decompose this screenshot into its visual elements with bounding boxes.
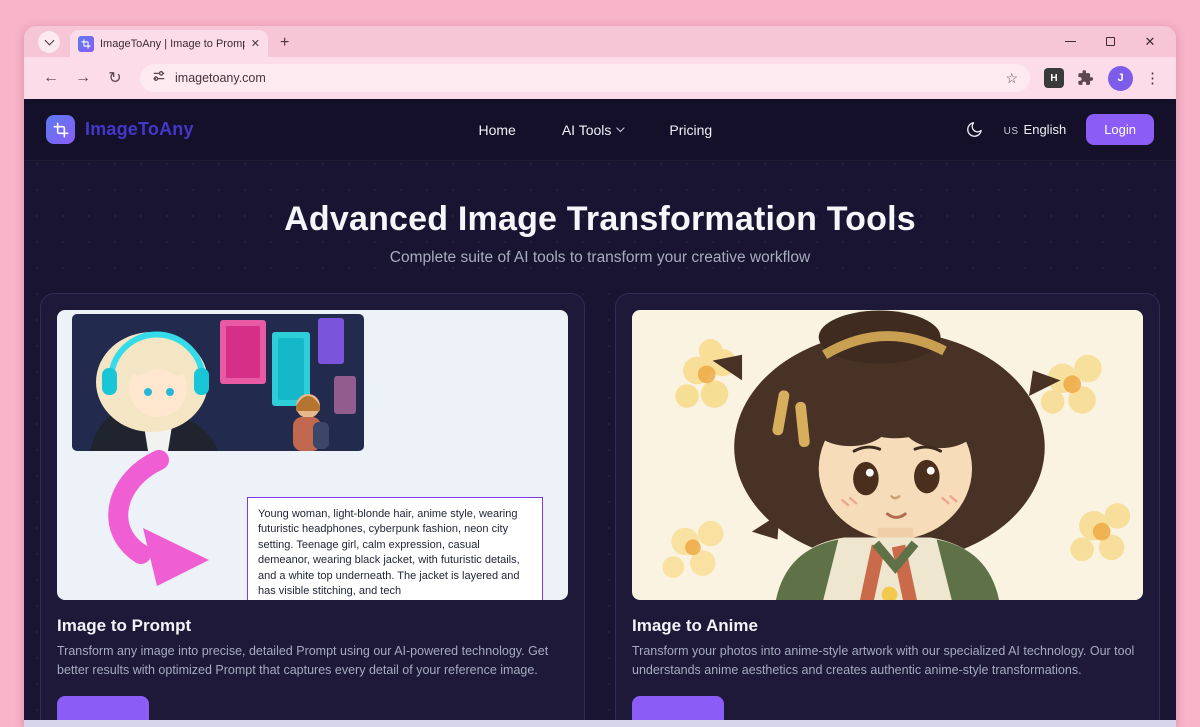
url-text: imagetoany.com — [175, 71, 266, 85]
close-window-button[interactable]: ✕ — [1130, 29, 1170, 55]
tab-search-button[interactable] — [38, 31, 60, 53]
page-content: ImageToAny Home AI Tools Pricing US — [24, 99, 1176, 727]
card-description: Transform any image into precise, detail… — [57, 642, 568, 680]
site-header: ImageToAny Home AI Tools Pricing US — [24, 99, 1176, 161]
nav-pricing[interactable]: Pricing — [669, 122, 712, 138]
desktop: ImageToAny | Image to Prompt ✕ + ✕ ← → ↻… — [0, 0, 1200, 727]
chevron-down-icon — [616, 124, 624, 132]
prompt-demo-panel: Young woman, light-blonde hair, anime st… — [57, 310, 568, 600]
brand-crop-icon — [46, 115, 75, 144]
card-image-to-anime[interactable]: Image to Anime Transform your photos int… — [615, 293, 1160, 727]
theme-toggle-moon-icon[interactable] — [965, 120, 984, 139]
browser-toolbar: ← → ↻ imagetoany.com ☆ H J ⋮ — [24, 57, 1176, 99]
forward-button[interactable]: → — [68, 63, 98, 93]
reload-button[interactable]: ↻ — [100, 63, 130, 93]
minimize-icon — [1065, 41, 1076, 43]
header-right: US English Login — [965, 114, 1154, 145]
window-controls: ✕ — [1050, 29, 1176, 55]
tab-close-icon[interactable]: ✕ — [251, 37, 260, 50]
new-tab-button[interactable]: + — [280, 35, 289, 51]
extension-h-icon[interactable]: H — [1044, 68, 1064, 88]
card-title: Image to Anime — [632, 616, 1143, 636]
login-button[interactable]: Login — [1086, 114, 1154, 145]
language-name: English — [1024, 122, 1067, 137]
address-bar[interactable]: imagetoany.com ☆ — [140, 64, 1030, 92]
back-button[interactable]: ← — [36, 63, 66, 93]
browser-window: ImageToAny | Image to Prompt ✕ + ✕ ← → ↻… — [24, 26, 1176, 727]
nav-home[interactable]: Home — [478, 122, 515, 138]
bookmark-star-icon[interactable]: ☆ — [1005, 70, 1018, 87]
minimize-button[interactable] — [1050, 29, 1090, 55]
site-favicon-icon — [78, 36, 94, 52]
hero-title: Advanced Image Transformation Tools — [24, 197, 1176, 241]
card-description: Transform your photos into anime-style a… — [632, 642, 1143, 680]
cyberpunk-photo — [72, 314, 364, 451]
active-tab[interactable]: ImageToAny | Image to Prompt ✕ — [70, 30, 268, 57]
language-region: US — [1004, 126, 1019, 137]
tool-cards: Young woman, light-blonde hair, anime st… — [24, 267, 1176, 727]
browser-menu-icon[interactable]: ⋮ — [1141, 69, 1164, 87]
profile-avatar[interactable]: J — [1108, 66, 1133, 91]
anime-illustration — [632, 310, 1143, 600]
extensions-puzzle-icon[interactable] — [1070, 63, 1100, 93]
tab-title: ImageToAny | Image to Prompt — [100, 38, 245, 50]
card-image-to-prompt[interactable]: Young woman, light-blonde hair, anime st… — [40, 293, 585, 727]
brand[interactable]: ImageToAny — [46, 115, 194, 144]
language-selector[interactable]: US English — [1004, 122, 1067, 137]
pink-arrow-icon — [87, 450, 247, 600]
hero-section: Advanced Image Transformation Tools Comp… — [24, 161, 1176, 267]
hero-subtitle: Complete suite of AI tools to transform … — [24, 249, 1176, 267]
site-settings-icon[interactable] — [152, 69, 166, 88]
chevron-down-icon — [44, 35, 54, 45]
tab-strip: ImageToAny | Image to Prompt ✕ + ✕ — [24, 26, 1176, 57]
main-nav: Home AI Tools Pricing — [478, 122, 712, 138]
nav-ai-tools[interactable]: AI Tools — [562, 122, 624, 138]
brand-name: ImageToAny — [85, 119, 194, 140]
card-title: Image to Prompt — [57, 616, 568, 636]
nav-ai-tools-label: AI Tools — [562, 122, 612, 138]
window-bottom-edge — [24, 720, 1176, 727]
maximize-button[interactable] — [1090, 29, 1130, 55]
generated-prompt-text: Young woman, light-blonde hair, anime st… — [247, 497, 543, 600]
maximize-icon — [1106, 37, 1115, 46]
